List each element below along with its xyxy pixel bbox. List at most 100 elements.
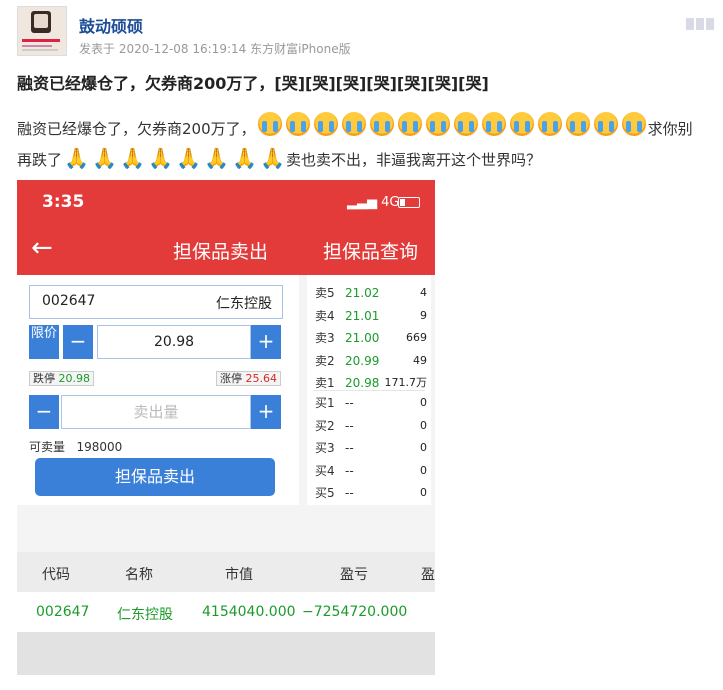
crying-face-icon bbox=[369, 112, 394, 136]
orderbook-label: 卖1 bbox=[315, 376, 335, 390]
praying-hands-icon: 🙏 bbox=[148, 146, 173, 170]
orderbook-row[interactable]: 卖1 20.98 171.7万 bbox=[315, 373, 427, 393]
stock-code: 002647 bbox=[42, 293, 96, 309]
available-qty-value: 198000 bbox=[76, 440, 123, 454]
qty-minus-button[interactable]: − bbox=[29, 395, 59, 429]
orderbook-row[interactable]: 卖5 21.02 4 bbox=[315, 283, 427, 303]
limit-up-label: 涨停 bbox=[220, 372, 242, 385]
body-text-head: 再跌了 bbox=[17, 151, 63, 169]
orderbook-label: 买4 bbox=[315, 463, 335, 478]
orderbook-label: 卖5 bbox=[315, 286, 335, 300]
orderbook-row[interactable]: 买1 -- 0 bbox=[315, 393, 427, 413]
username-link[interactable]: 鼓动硕硕 bbox=[79, 13, 143, 37]
orderbook-price: -- bbox=[345, 418, 354, 433]
body-text-tail2: 卖也卖不出，非逼我离开这个世界吗？ bbox=[286, 151, 542, 169]
crying-face-icon bbox=[397, 112, 422, 136]
orderbook-row[interactable]: 卖2 20.99 49 bbox=[315, 351, 427, 371]
positions-table-header: 代码 名称 市值 盈亏 盈 bbox=[17, 552, 435, 592]
orderbook-volume: 49 bbox=[413, 353, 427, 367]
crying-face-icon bbox=[621, 112, 646, 136]
back-arrow-icon[interactable]: ← bbox=[31, 233, 53, 263]
orderbook-price: -- bbox=[345, 486, 354, 500]
orderbook-volume: 0 bbox=[420, 441, 427, 454]
post-meta: 发表于 2020-12-08 16:19:14 东方财富iPhone版 bbox=[79, 42, 351, 56]
table-header-cell: 盈亏 bbox=[340, 567, 368, 583]
orderbook-row[interactable]: 买2 -- 0 bbox=[315, 416, 427, 436]
praying-hands-icon: 🙏 bbox=[232, 146, 257, 170]
orderbook-row[interactable]: 卖4 21.01 9 bbox=[315, 306, 427, 326]
praying-hands-icon: 🙏 bbox=[204, 146, 229, 170]
crying-face-icon bbox=[509, 112, 534, 136]
orderbook-volume: 0 bbox=[420, 463, 427, 477]
network-type: 4G bbox=[381, 195, 400, 210]
price-row: 限价 − 20.98 + bbox=[29, 325, 283, 359]
nav-title: 担保品卖出 bbox=[173, 241, 269, 263]
orderbook-price: 21.01 bbox=[345, 308, 380, 323]
table-header-cell: 代码 bbox=[42, 567, 70, 583]
nav-bar: ← 担保品卖出 担保品查询 bbox=[17, 225, 435, 275]
orderbook-price: 21.02 bbox=[345, 286, 380, 300]
orderbook-volume: 0 bbox=[420, 396, 427, 409]
orderbook-row[interactable]: 卖3 21.00 669 bbox=[315, 328, 427, 348]
orderbook-label: 买5 bbox=[315, 486, 335, 500]
collateral-query-link[interactable]: 担保品查询 bbox=[323, 237, 418, 264]
orderbook-row[interactable]: 买5 -- 0 bbox=[315, 483, 427, 503]
orderbook-label: 买3 bbox=[315, 441, 335, 455]
table-header-cell: 盈 bbox=[421, 567, 435, 583]
orderbook-row[interactable]: 买3 -- 0 bbox=[315, 438, 427, 458]
crying-face-icon bbox=[481, 112, 506, 136]
orderbook-label: 卖2 bbox=[315, 353, 335, 368]
status-time: 3:35 bbox=[42, 192, 85, 212]
user-avatar[interactable] bbox=[17, 6, 67, 56]
body-text: 融资已经爆仓了，欠券商200万了， bbox=[17, 119, 256, 138]
orderbook-label: 卖4 bbox=[315, 308, 335, 323]
crying-face-icon bbox=[453, 112, 478, 136]
sell-quantity-input[interactable]: 卖出量 bbox=[61, 395, 251, 429]
collateral-sell-button[interactable]: 担保品卖出 bbox=[35, 458, 275, 496]
table-cell: 仁东控股 bbox=[117, 607, 173, 623]
available-qty: 可卖量 198000 bbox=[29, 438, 122, 455]
orderbook-price: 20.99 bbox=[345, 353, 380, 368]
orderbook-volume: 0 bbox=[420, 418, 427, 432]
praying-hands-icon: 🙏 bbox=[120, 146, 145, 170]
price-minus-button[interactable]: − bbox=[63, 325, 93, 359]
phone-screenshot[interactable]: 3:35 ▂▃▅ 4G ← 担保品卖出 担保品查询 002647 仁东控股 限价… bbox=[17, 180, 435, 675]
orderbook-label: 买1 bbox=[315, 396, 335, 410]
orderbook-label: 卖3 bbox=[315, 331, 335, 345]
price-input[interactable]: 20.98 bbox=[97, 325, 251, 359]
orderbook-price: -- bbox=[345, 396, 354, 410]
cry-emoji-group bbox=[256, 112, 648, 145]
positions-table-row[interactable]: 002647 仁东控股 4154040.000 −7254720.000 bbox=[17, 592, 435, 632]
pray-emoji-group: 🙏 🙏 🙏 🙏 🙏 🙏 🙏 🙏 bbox=[62, 146, 286, 174]
available-qty-label: 可卖量 bbox=[29, 440, 66, 454]
orderbook-row[interactable]: 买4 -- 0 bbox=[315, 461, 427, 481]
more-options-icon[interactable] bbox=[686, 15, 720, 30]
crying-face-icon bbox=[565, 112, 590, 136]
crying-face-icon bbox=[257, 112, 282, 136]
order-book: 卖5 21.02 4 卖4 21.01 9 卖3 21.00 669 卖2 20.99 49 卖1 20.… bbox=[307, 275, 431, 505]
stock-name: 仁东控股 bbox=[216, 296, 272, 312]
praying-hands-icon: 🙏 bbox=[92, 146, 117, 170]
limit-down-label: 跌停 bbox=[33, 372, 55, 385]
qty-plus-button[interactable]: + bbox=[251, 395, 281, 429]
orderbook-volume: 669 bbox=[406, 331, 427, 344]
signal-indicator: ▂▃▅ 4G bbox=[347, 195, 400, 210]
orderbook-price: 20.98 bbox=[345, 376, 380, 390]
orderbook-volume: 4 bbox=[420, 286, 427, 299]
limit-price-type-button[interactable]: 限价 bbox=[29, 325, 59, 359]
crying-face-icon bbox=[593, 112, 618, 136]
table-header-cell: 市值 bbox=[225, 567, 253, 583]
price-plus-button[interactable]: + bbox=[251, 325, 281, 359]
orderbook-volume: 171.7万 bbox=[384, 376, 428, 389]
body-text-tail: 求你别 bbox=[647, 119, 693, 138]
limit-down-value[interactable]: 20.98 bbox=[59, 372, 91, 385]
table-header-cell: 名称 bbox=[125, 567, 153, 583]
positions-empty-area bbox=[17, 632, 435, 675]
quantity-row: − 卖出量 + bbox=[29, 395, 283, 429]
limit-up-value[interactable]: 25.64 bbox=[246, 372, 278, 385]
stock-code-input[interactable]: 002647 仁东控股 bbox=[29, 285, 283, 319]
praying-hands-icon: 🙏 bbox=[176, 146, 201, 170]
table-cell: 002647 bbox=[36, 604, 90, 620]
orderbook-label: 买2 bbox=[315, 418, 335, 433]
praying-hands-icon: 🙏 bbox=[64, 146, 89, 170]
